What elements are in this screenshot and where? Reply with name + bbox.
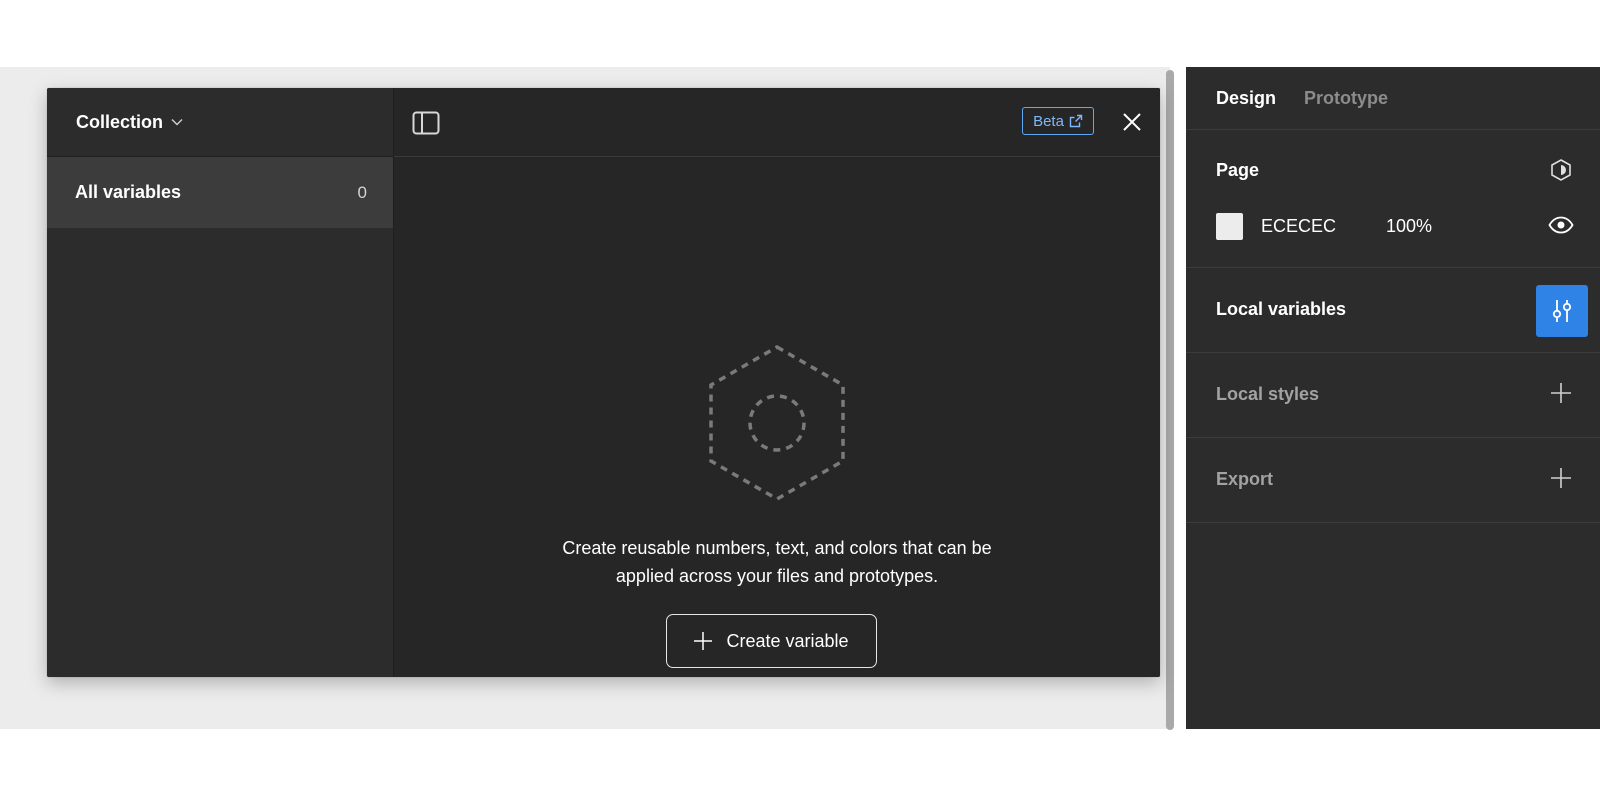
tab-prototype[interactable]: Prototype — [1304, 88, 1388, 109]
page-style-icon[interactable] — [1550, 158, 1574, 182]
collection-dropdown[interactable]: Collection — [76, 112, 183, 133]
all-variables-item[interactable]: All variables 0 — [47, 157, 393, 228]
all-variables-count: 0 — [357, 182, 367, 202]
page-color-value[interactable]: ECECEC — [1261, 216, 1336, 237]
local-styles-section: Local styles — [1186, 353, 1600, 438]
design-panel: Design Prototype Page ECECEC 100% Local … — [1186, 67, 1600, 729]
sliders-icon — [1552, 300, 1572, 322]
plus-icon — [694, 632, 713, 650]
sidebar-toggle-button[interactable] — [410, 107, 442, 139]
empty-text-line2: applied across your files and prototypes… — [615, 566, 939, 586]
main-toolbar: Beta — [394, 88, 1160, 157]
variables-main: Beta Create reusable numbers, text, and … — [394, 88, 1160, 677]
panel-tabs: Design Prototype — [1186, 67, 1600, 130]
export-section: Export — [1186, 438, 1600, 523]
chevron-down-icon — [171, 119, 183, 126]
beta-label: Beta — [1033, 112, 1064, 130]
add-export-plus-icon[interactable] — [1550, 467, 1572, 489]
collections-sidebar: Collection All variables 0 — [47, 88, 394, 677]
local-variables-section: Local variables — [1186, 268, 1600, 353]
page-opacity-value[interactable]: 100% — [1386, 216, 1432, 237]
collection-label: Collection — [76, 111, 164, 132]
page-color-swatch[interactable] — [1216, 213, 1243, 240]
open-variables-button[interactable] — [1536, 285, 1588, 337]
page-title: Page — [1216, 160, 1260, 180]
local-variables-title: Local variables — [1216, 299, 1347, 319]
close-icon — [1123, 113, 1141, 131]
add-style-plus-icon[interactable] — [1550, 382, 1572, 404]
empty-text-line1: Create reusable numbers, text, and color… — [562, 538, 992, 558]
tab-design[interactable]: Design — [1216, 88, 1276, 109]
eye-icon[interactable] — [1548, 216, 1574, 234]
collection-header: Collection — [47, 88, 393, 157]
export-title: Export — [1216, 469, 1274, 489]
page-section: Page ECECEC 100% — [1186, 130, 1600, 268]
external-link-icon — [1069, 114, 1083, 128]
close-button[interactable] — [1116, 106, 1148, 138]
sidebar-toggle-icon — [412, 111, 440, 135]
empty-state-text: Create reusable numbers, text, and color… — [394, 534, 1160, 590]
hexagon-placeholder-icon — [709, 344, 845, 502]
variables-modal: Collection All variables 0 Beta Create r… — [47, 88, 1160, 677]
beta-badge[interactable]: Beta — [1022, 107, 1094, 135]
empty-state: Create reusable numbers, text, and color… — [394, 157, 1160, 677]
local-styles-title: Local styles — [1216, 384, 1320, 404]
create-variable-button[interactable]: Create variable — [666, 614, 877, 668]
canvas-scrollbar-thumb[interactable] — [1166, 70, 1174, 730]
create-variable-label: Create variable — [726, 630, 849, 651]
all-variables-label: All variables — [75, 182, 182, 202]
